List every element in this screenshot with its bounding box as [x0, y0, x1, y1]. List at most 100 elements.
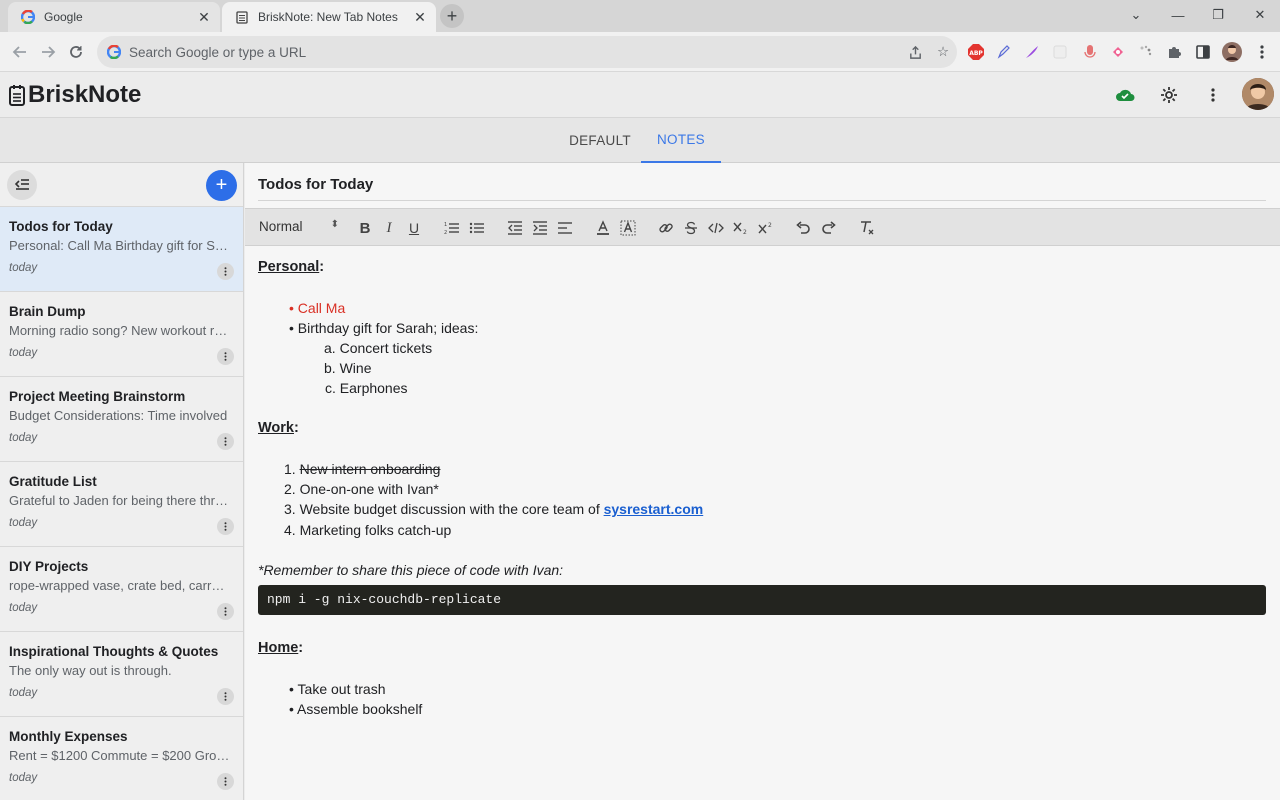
website-link[interactable]: sysrestart.com: [604, 501, 704, 517]
restore-icon[interactable]: ❐: [1198, 0, 1238, 30]
note-item[interactable]: Inspirational Thoughts & Quotes The only…: [0, 632, 243, 717]
close-icon[interactable]: ✕: [196, 9, 212, 25]
note-item[interactable]: Gratitude List Grateful to Jaden for bei…: [0, 462, 243, 547]
note-date: today: [9, 602, 38, 614]
browser-tab-brisknote[interactable]: BriskNote: New Tab Notes ✕: [222, 2, 436, 32]
section-heading-text: Home: [258, 640, 299, 656]
list-item: b. Wine: [324, 360, 371, 376]
browser-tab-google[interactable]: Google ✕: [8, 2, 220, 32]
record-icon[interactable]: [1108, 42, 1128, 62]
notes-sidebar: + Todos for Today Personal: Call Ma Birt…: [0, 163, 244, 800]
list-item-text: New intern onboarding: [299, 461, 441, 477]
text-color-icon[interactable]: [593, 218, 613, 238]
note-options-icon[interactable]: [217, 773, 234, 790]
outdent-icon[interactable]: [505, 218, 525, 238]
list-item: • Call Ma: [289, 300, 346, 316]
svg-text:2: 2: [768, 222, 772, 229]
bullet-list-icon[interactable]: [467, 218, 487, 238]
note-item[interactable]: Brain Dump Morning radio song? New worko…: [0, 292, 243, 377]
note-title: Todos for Today: [9, 219, 113, 234]
note-options-icon[interactable]: [217, 518, 234, 535]
svg-text:2: 2: [743, 229, 747, 235]
mic-icon[interactable]: [1080, 42, 1100, 62]
pen-icon[interactable]: [994, 42, 1014, 62]
indent-icon[interactable]: [530, 218, 550, 238]
note-title: DIY Projects: [9, 559, 89, 574]
list-marker: 3.: [284, 501, 296, 517]
undo-icon[interactable]: [793, 218, 813, 238]
align-icon[interactable]: [555, 218, 575, 238]
loader-icon[interactable]: [1136, 42, 1156, 62]
link-icon[interactable]: [656, 218, 676, 238]
tab-notes[interactable]: NOTES: [641, 118, 721, 163]
back-arrow-icon[interactable]: [8, 40, 32, 64]
omnibox[interactable]: Search Google or type a URL ☆: [97, 36, 957, 68]
star-icon[interactable]: ☆: [929, 38, 957, 66]
section-heading-personal: Personal:: [258, 259, 325, 275]
list-item: c. Earphones: [325, 380, 408, 396]
section-heading-home: Home:: [258, 640, 304, 656]
note-preview: Rent = $1200 Commute = $200 Groceries: [9, 748, 231, 763]
close-icon[interactable]: ✕: [412, 9, 428, 25]
highlight-color-icon[interactable]: [618, 218, 638, 238]
note-options-icon[interactable]: [217, 263, 234, 280]
browser-toolbar: Search Google or type a URL ☆ ABP: [0, 32, 1280, 72]
list-item-text: Concert tickets: [339, 340, 433, 356]
list-item-text: Wine: [339, 360, 372, 376]
list-item: 3. Website budget discussion with the co…: [284, 501, 703, 517]
cloud-sync-icon[interactable]: [1112, 82, 1138, 108]
code-icon[interactable]: [706, 218, 726, 238]
notepad-icon: [8, 84, 26, 106]
more-vert-icon[interactable]: [1200, 82, 1226, 108]
list-marker: b.: [324, 360, 336, 376]
google-icon: [20, 9, 36, 25]
note-title: Project Meeting Brainstorm: [9, 389, 186, 404]
more-vert-icon[interactable]: [1252, 42, 1272, 62]
window-close-icon[interactable]: ✕: [1240, 0, 1280, 30]
note-options-icon[interactable]: [217, 348, 234, 365]
tab-default[interactable]: DEFAULT: [561, 118, 639, 163]
note-options-icon[interactable]: [217, 603, 234, 620]
note-date: today: [9, 347, 38, 359]
forward-arrow-icon[interactable]: [36, 40, 60, 64]
paragraph-format-select[interactable]: Normal ⬍: [259, 219, 339, 234]
code-block: npm i -g nix-couchdb-replicate: [258, 585, 1266, 615]
note-item[interactable]: Project Meeting Brainstorm Budget Consid…: [0, 377, 243, 462]
new-tab-button[interactable]: +: [440, 4, 464, 28]
note-title-input[interactable]: Todos for Today: [258, 173, 1266, 201]
note-item[interactable]: Monthly Expenses Rent = $1200 Commute = …: [0, 717, 243, 800]
subscript-icon[interactable]: 2: [731, 218, 751, 238]
note-item[interactable]: Todos for Today Personal: Call Ma Birthd…: [0, 207, 243, 292]
italic-icon[interactable]: I: [379, 218, 399, 238]
minimize-icon[interactable]: —: [1158, 0, 1198, 30]
add-note-button[interactable]: +: [206, 170, 237, 201]
note-options-icon[interactable]: [217, 433, 234, 450]
strikethrough-icon[interactable]: [681, 218, 701, 238]
clear-formatting-icon[interactable]: [857, 218, 877, 238]
adblock-icon[interactable]: ABP: [966, 42, 986, 62]
note-options-icon[interactable]: [217, 688, 234, 705]
note-item[interactable]: DIY Projects rope-wrapped vase, crate be…: [0, 547, 243, 632]
list-item: 2. One-on-one with Ivan*: [284, 481, 439, 497]
superscript-icon[interactable]: 2: [756, 218, 776, 238]
underline-icon[interactable]: U: [404, 218, 424, 238]
quill-icon[interactable]: [1022, 42, 1042, 62]
chevron-down-icon[interactable]: ⌄: [1116, 0, 1156, 30]
note-preview: Grateful to Jaden for being there throug…: [9, 493, 231, 508]
note-title: Inspirational Thoughts & Quotes: [9, 644, 219, 659]
blank-icon[interactable]: [1050, 42, 1070, 62]
app-logo[interactable]: BriskNote: [8, 81, 141, 109]
collapse-sidebar-icon[interactable]: [7, 170, 37, 200]
avatar[interactable]: [1242, 78, 1274, 110]
reload-icon[interactable]: [64, 40, 88, 64]
share-icon[interactable]: [901, 38, 929, 66]
profile-icon[interactable]: [1222, 42, 1242, 62]
section-heading-work: Work:: [258, 420, 299, 436]
puzzle-icon[interactable]: [1164, 42, 1184, 62]
ordered-list-icon[interactable]: 12: [442, 218, 462, 238]
gear-icon[interactable]: [1156, 82, 1182, 108]
bold-icon[interactable]: B: [355, 218, 375, 238]
sidepanel-icon[interactable]: [1193, 42, 1213, 62]
redo-icon[interactable]: [819, 218, 839, 238]
google-icon: [107, 45, 121, 59]
